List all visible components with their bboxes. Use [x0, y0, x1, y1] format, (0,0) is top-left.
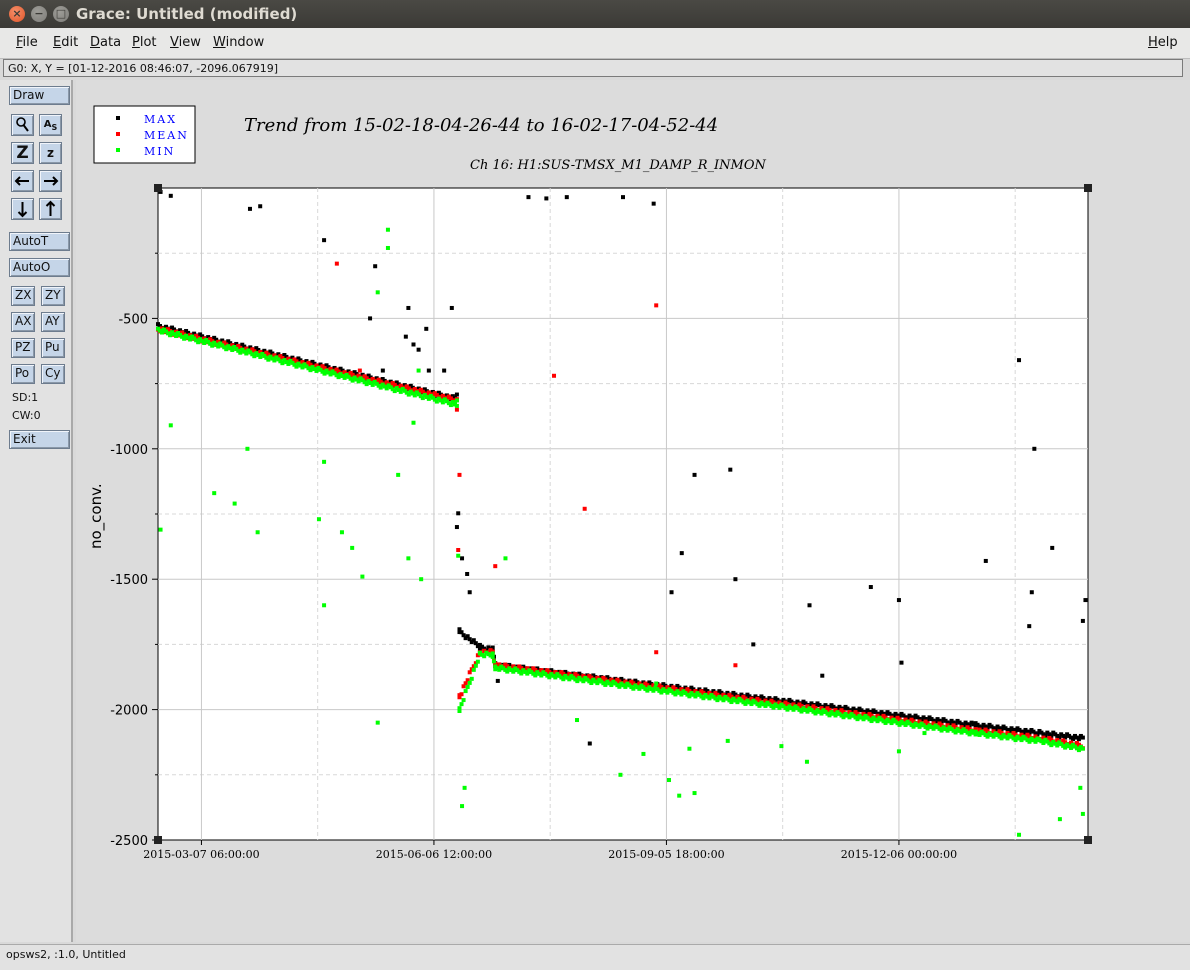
zx-button[interactable]: ZX: [11, 286, 35, 306]
close-icon[interactable]: ×: [9, 6, 25, 22]
arrow-down-icon[interactable]: [11, 198, 34, 220]
menu-bar: File Edit Data Plot View Window Help: [0, 28, 1190, 59]
menu-edit[interactable]: Edit: [53, 35, 78, 50]
autoo-button[interactable]: AutoO: [9, 258, 70, 277]
sd-label: SD:1: [12, 391, 39, 404]
menu-window[interactable]: Window: [213, 35, 264, 50]
arrow-up-icon[interactable]: [39, 198, 62, 220]
arrow-right-icon[interactable]: [39, 170, 62, 192]
ay-button[interactable]: AY: [41, 312, 65, 332]
zoom-icon[interactable]: [11, 114, 34, 136]
pu-button[interactable]: Pu: [41, 338, 65, 358]
autot-button[interactable]: AutoT: [9, 232, 70, 251]
po-button[interactable]: Po: [11, 364, 35, 384]
plot-canvas[interactable]: [76, 80, 1133, 898]
bottom-margin: [76, 898, 1190, 942]
maximize-icon[interactable]: □: [53, 6, 69, 22]
pz-button[interactable]: PZ: [11, 338, 35, 358]
zy-button[interactable]: ZY: [41, 286, 65, 306]
title-bar: × − □ Grace: Untitled (modified): [0, 0, 1190, 28]
menu-data[interactable]: Data: [90, 35, 121, 50]
menu-view[interactable]: View: [170, 35, 201, 50]
exit-button[interactable]: Exit: [9, 430, 70, 449]
side-toolbar: Draw AS Z z AutoT AutoO ZX ZY AX AY PZ P…: [0, 80, 73, 942]
menu-file[interactable]: File: [16, 35, 38, 50]
zoom-in-button[interactable]: Z: [11, 142, 34, 164]
window-title: Grace: Untitled (modified): [76, 5, 298, 23]
cw-label: CW:0: [12, 409, 41, 422]
status-text: opsws2, :1.0, Untitled: [6, 948, 126, 961]
menu-help[interactable]: Help: [1148, 35, 1178, 50]
status-bar: opsws2, :1.0, Untitled: [0, 944, 1190, 970]
locator-bar: G0: X, Y = [01-12-2016 08:46:07, -2096.0…: [3, 59, 1183, 77]
menu-plot[interactable]: Plot: [132, 35, 157, 50]
text-autoscale-icon[interactable]: AS: [39, 114, 62, 136]
draw-button[interactable]: Draw: [9, 86, 70, 105]
minimize-icon[interactable]: −: [31, 6, 47, 22]
arrow-left-icon[interactable]: [11, 170, 34, 192]
cy-button[interactable]: Cy: [41, 364, 65, 384]
right-margin: [1133, 80, 1190, 942]
ax-button[interactable]: AX: [11, 312, 35, 332]
zoom-out-button[interactable]: z: [39, 142, 62, 164]
